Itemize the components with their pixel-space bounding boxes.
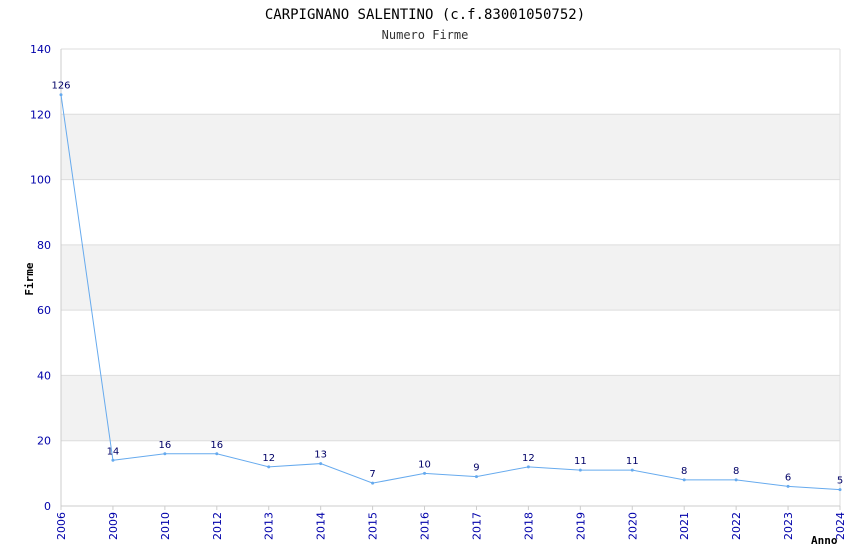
data-point [682,478,686,482]
y-tick-label: 60 [37,304,51,317]
grid-band [61,375,840,441]
data-point [786,484,790,488]
data-label: 12 [262,453,275,464]
data-point [319,462,323,466]
data-label: 16 [210,440,223,451]
data-label: 13 [314,450,327,461]
plot-area: 0 20 40 60 80 100 120 140 2006 2009 2010 2012 2013 20… [30,43,847,540]
data-label: 9 [473,463,479,474]
chart-subtitle: Numero Firme [382,28,469,42]
x-tick-label: 2019 [574,512,587,540]
data-point [734,478,738,482]
data-point [59,93,63,97]
data-label: 12 [522,453,535,464]
data-label: 126 [51,81,70,92]
data-point [371,481,375,485]
x-tick-label: 2023 [782,512,795,540]
x-tick-label: 2018 [522,512,535,540]
chart: CARPIGNANO SALENTINO (c.f.83001050752) N… [23,7,847,547]
data-point [838,488,842,492]
data-point [630,468,634,472]
data-point [163,452,167,456]
x-tick-label: 2021 [678,512,691,540]
y-tick-label: 40 [37,369,51,382]
x-tick-label: 2015 [367,512,380,540]
data-label: 5 [837,476,843,487]
x-tick-label: 2016 [419,512,432,540]
data-label: 14 [107,446,120,457]
data-label: 8 [733,466,739,477]
data-label: 7 [369,469,375,480]
data-point [215,452,219,456]
data-label: 11 [574,456,587,467]
data-point [267,465,271,469]
data-label: 11 [626,456,639,467]
data-label: 16 [158,440,171,451]
x-tick-label: 2009 [107,512,120,540]
y-tick-label: 80 [37,239,51,252]
data-point [423,471,427,475]
data-label: 10 [418,459,431,470]
y-tick-label: 100 [30,174,51,187]
data-label: 8 [681,466,687,477]
x-tick-label: 2010 [159,512,172,540]
y-tick-label: 140 [30,43,51,56]
data-point [526,465,530,469]
y-tick-label: 120 [30,108,51,121]
grid-band [61,114,840,180]
x-tick-label: 2013 [263,512,276,540]
data-point [111,458,115,462]
x-tick-label: 2022 [730,512,743,540]
x-tick-label: 2012 [211,512,224,540]
grid-band [61,244,840,311]
x-tick-label: 2014 [315,512,328,540]
x-tick-label: 2020 [626,512,639,540]
data-point [578,468,582,472]
x-axis-title: Anno [811,534,838,547]
y-tick-label: 0 [44,500,51,513]
y-axis-title: Firme [23,262,36,295]
data-label: 6 [785,472,791,483]
chart-title: CARPIGNANO SALENTINO (c.f.83001050752) [265,7,585,23]
data-point [474,475,478,479]
x-tick-label: 2006 [55,512,68,540]
y-tick-label: 20 [37,435,51,448]
x-tick-label: 2017 [470,512,483,540]
